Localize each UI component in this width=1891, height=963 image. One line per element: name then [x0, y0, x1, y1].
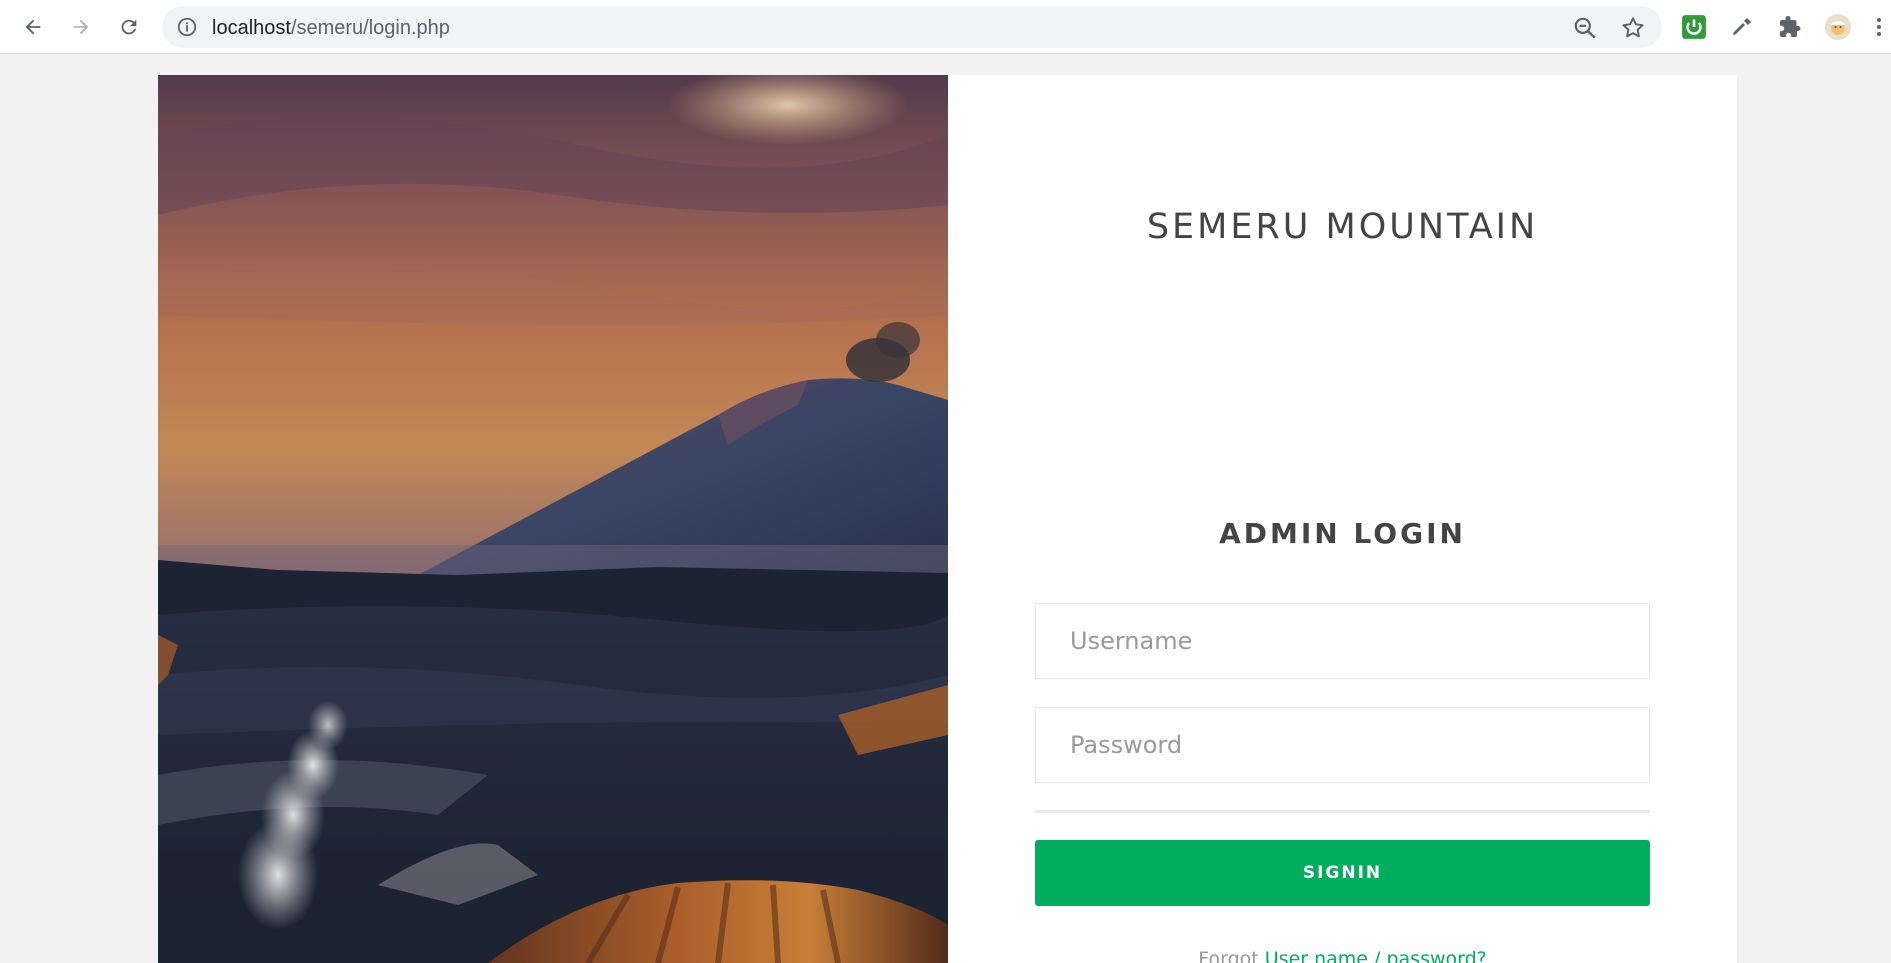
star-icon[interactable] — [1620, 15, 1646, 41]
url-text[interactable]: localhost/semeru/login.php — [212, 17, 450, 40]
forward-button[interactable] — [66, 12, 96, 42]
username-input[interactable] — [1035, 603, 1650, 679]
forgot-prefix: Forgot — [1198, 948, 1265, 963]
form-divider — [1035, 810, 1650, 813]
login-card: SEMERU MOUNTAIN ADMIN LOGIN SIGNIN Forgo… — [158, 75, 1737, 963]
form-title: ADMIN LOGIN — [1219, 517, 1466, 550]
eyedropper-icon[interactable] — [1728, 13, 1756, 41]
volcano-landscape-image — [158, 75, 948, 963]
power-extension-icon[interactable] — [1680, 13, 1708, 41]
arrow-right-icon — [73, 19, 89, 35]
reload-icon — [121, 19, 137, 35]
password-input[interactable] — [1035, 707, 1650, 783]
arrow-left-icon — [25, 19, 41, 35]
back-button[interactable] — [18, 12, 48, 42]
forgot-credentials: Forgot User name / password? — [948, 948, 1737, 963]
url-host: localhost — [212, 17, 291, 39]
profile-avatar[interactable] — [1824, 13, 1852, 41]
login-panel: SEMERU MOUNTAIN ADMIN LOGIN SIGNIN Forgo… — [948, 75, 1737, 963]
url-path: /semeru/login.php — [290, 17, 450, 39]
forgot-link[interactable]: User name / password? — [1265, 948, 1487, 963]
reload-button[interactable] — [114, 12, 144, 42]
site-title: SEMERU MOUNTAIN — [1146, 207, 1539, 247]
browser-toolbar: localhost/semeru/login.php — [0, 0, 1891, 54]
kebab-menu-icon[interactable] — [1872, 13, 1886, 41]
puzzle-icon[interactable] — [1776, 13, 1804, 41]
info-icon[interactable] — [176, 16, 198, 38]
signin-button[interactable]: SIGNIN — [1035, 840, 1650, 906]
zoom-out-icon[interactable] — [1572, 15, 1598, 41]
address-bar[interactable]: localhost/semeru/login.php — [162, 6, 1662, 48]
